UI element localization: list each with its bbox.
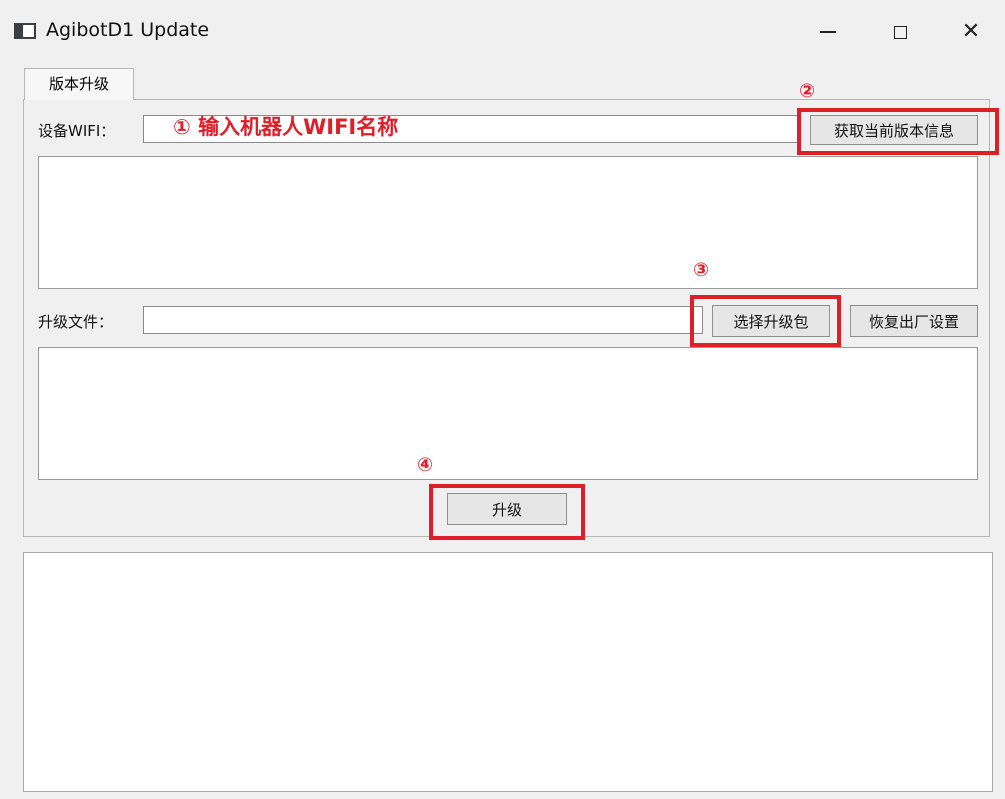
close-button[interactable]: ✕ xyxy=(953,18,989,46)
wifi-annotation: ① 输入机器人WIFI名称 xyxy=(173,115,399,139)
title-bar: AgibotD1 Update ✕ xyxy=(0,0,1005,62)
upgrade-file-label: 升级文件： xyxy=(38,313,114,331)
maximize-icon xyxy=(893,25,907,39)
highlight-box-step-4 xyxy=(429,484,585,540)
upgrade-file-input[interactable] xyxy=(143,306,703,334)
step-2-marker: ② xyxy=(798,80,816,102)
log-area[interactable] xyxy=(23,552,993,792)
minimize-icon xyxy=(820,31,836,33)
minimize-button[interactable] xyxy=(810,18,846,46)
app-icon xyxy=(14,23,36,39)
step-3-marker: ③ xyxy=(692,259,710,281)
close-icon: ✕ xyxy=(961,19,981,44)
factory-reset-button[interactable]: 恢复出厂设置 xyxy=(850,305,978,337)
maximize-button[interactable] xyxy=(882,18,918,46)
upgrade-output-area[interactable] xyxy=(38,347,978,480)
wifi-label: 设备WIFI： xyxy=(38,122,116,140)
tab-version-upgrade[interactable]: 版本升级 xyxy=(24,68,134,100)
highlight-box-step-2 xyxy=(797,108,999,155)
step-4-marker: ④ xyxy=(416,454,434,476)
window-title: AgibotD1 Update xyxy=(46,19,210,41)
highlight-box-step-3 xyxy=(690,295,841,347)
version-info-area[interactable] xyxy=(38,156,978,289)
